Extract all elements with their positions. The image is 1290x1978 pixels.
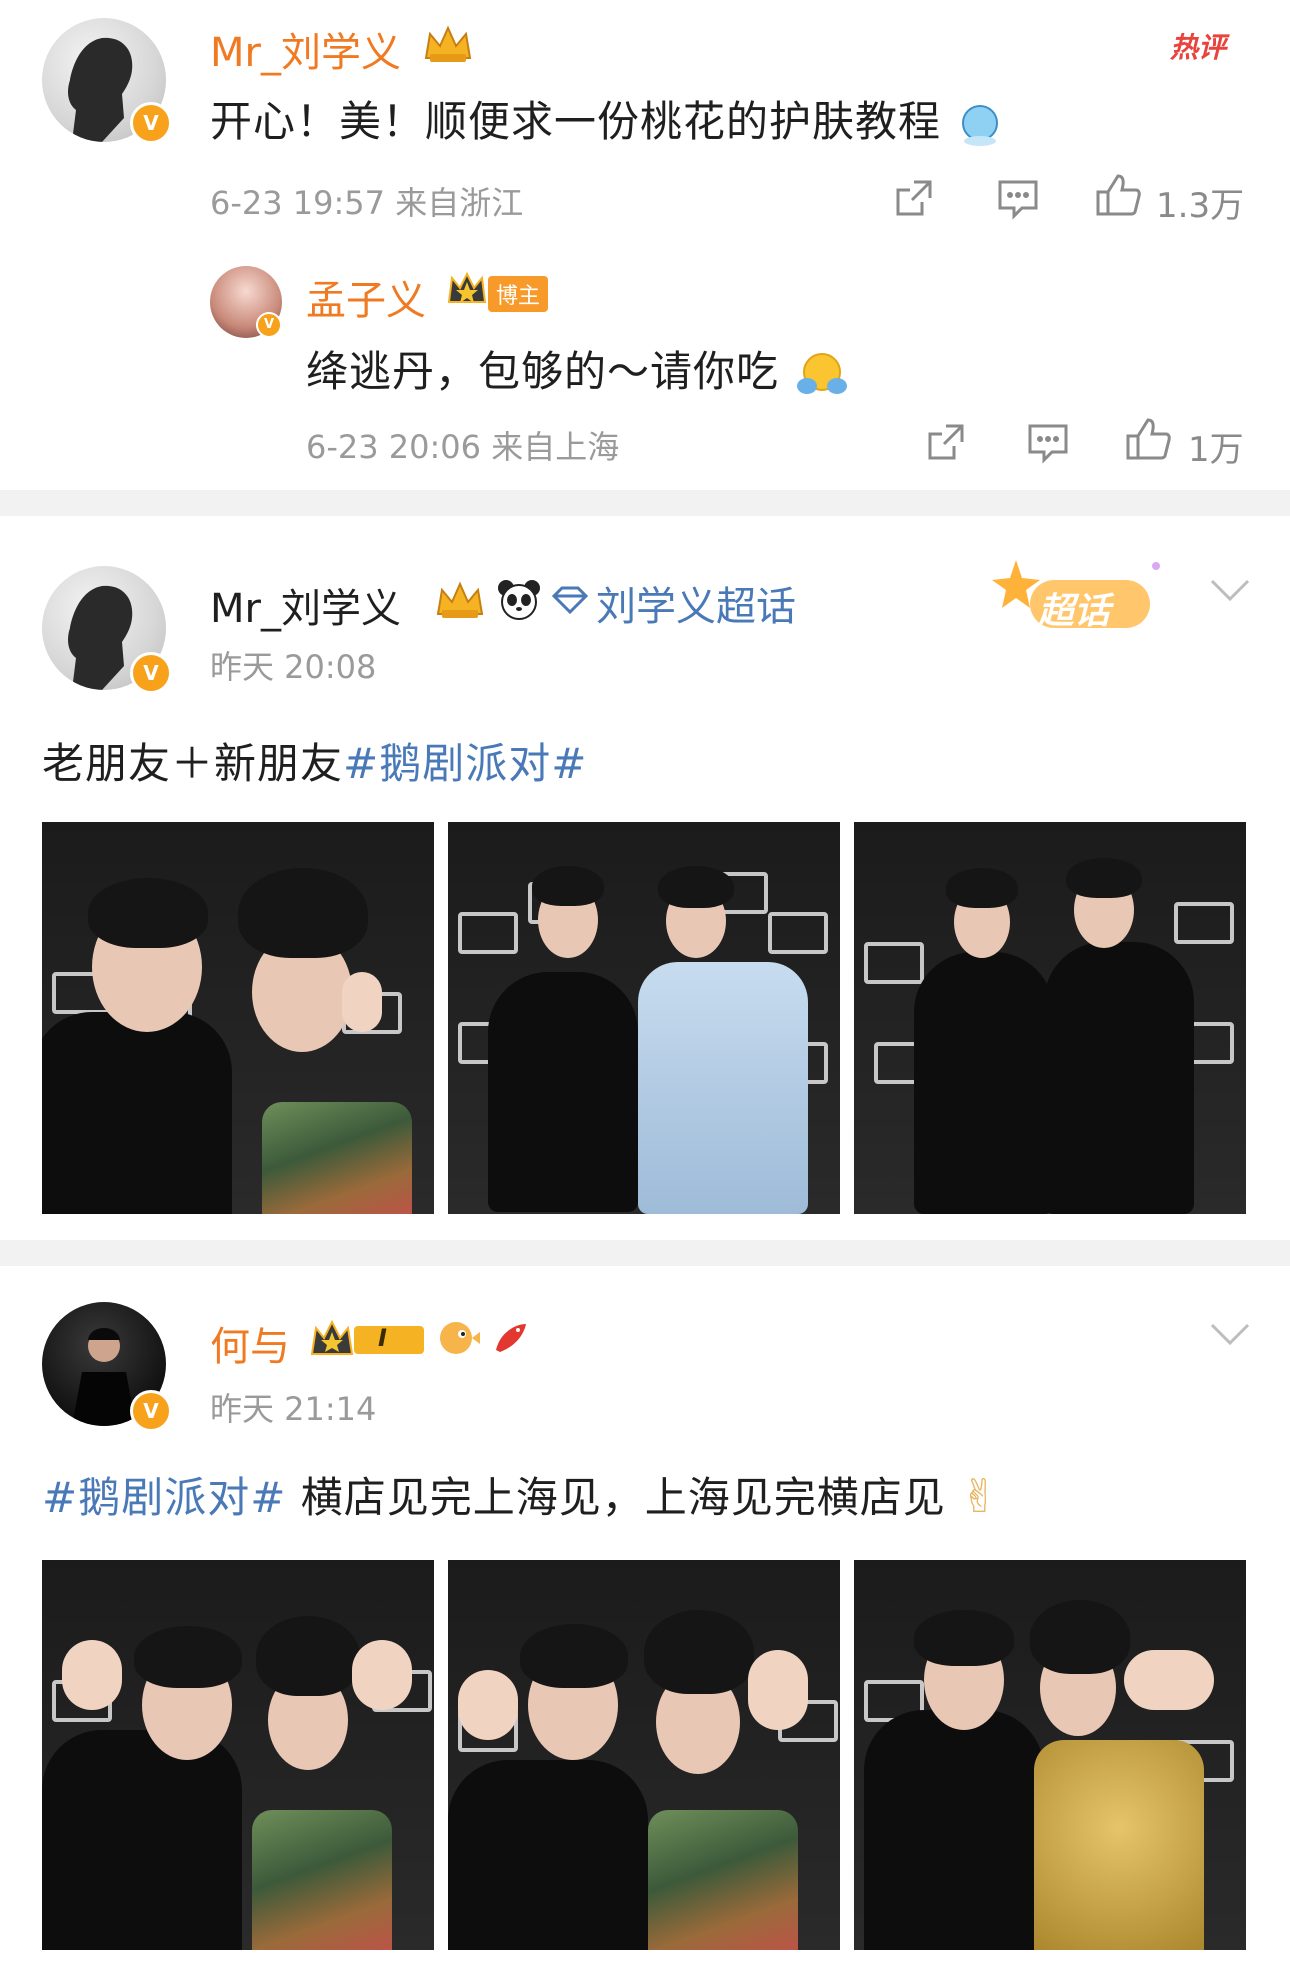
section-divider	[0, 490, 1290, 516]
crown-icon	[422, 24, 474, 68]
author-name[interactable]: 何与	[210, 1314, 290, 1372]
chair	[458, 912, 518, 954]
diamond-icon	[551, 586, 589, 618]
post-time: 昨天 21:14	[210, 1390, 377, 1428]
crown-level-badge: I	[308, 1316, 428, 1364]
like-count: 1万	[1188, 430, 1244, 470]
hair	[644, 1610, 754, 1694]
post-photo[interactable]	[42, 822, 434, 1214]
chair	[864, 942, 924, 984]
chevron-down-icon[interactable]	[1210, 572, 1250, 612]
person	[448, 1760, 648, 1950]
hair	[88, 878, 208, 948]
panda-icon	[496, 578, 542, 624]
section-divider	[0, 1240, 1290, 1266]
post-photo[interactable]	[448, 1560, 840, 1950]
post-text: 老朋友＋新朋友#鹅剧派对#	[42, 730, 587, 791]
author-name[interactable]: Mr_刘学义	[210, 576, 401, 634]
comment-icon[interactable]	[996, 178, 1040, 224]
verified-badge-icon: V	[130, 1390, 172, 1432]
hand	[352, 1640, 412, 1710]
hair	[238, 868, 368, 958]
verified-badge-icon: V	[256, 312, 282, 338]
hair	[134, 1626, 242, 1688]
hand	[748, 1650, 808, 1730]
share-icon[interactable]	[892, 176, 936, 224]
post-text-plain: 老朋友＋新朋友	[42, 739, 344, 788]
hair	[256, 1616, 360, 1696]
hair	[532, 866, 604, 906]
chevron-down-icon[interactable]	[1210, 1316, 1250, 1356]
pufferfish-icon	[436, 1318, 480, 1360]
post-text: #鹅剧派对# 横店见完上海见，上海见完横店见 ✌	[42, 1464, 1000, 1525]
thumbs-up-icon[interactable]	[1124, 416, 1172, 466]
super-topic-link[interactable]: 刘学义超话	[596, 574, 796, 632]
hair	[520, 1624, 628, 1688]
person	[864, 1710, 1044, 1950]
chair	[1174, 902, 1234, 944]
blogger-badge: 博主	[488, 276, 549, 312]
victory-hand-emoji-icon: ✌	[960, 1469, 1000, 1523]
reply-text: 绛逃丹，包够的～请你吃	[306, 338, 851, 400]
comment-meta: 6-23 19:57 来自浙江	[210, 184, 524, 222]
comment-text-body: 开心！美！顺便求一份桃花的护肤教程	[210, 97, 942, 146]
chair	[768, 912, 828, 954]
hair	[1030, 1600, 1130, 1674]
hand	[342, 972, 382, 1032]
koi-fish-icon	[490, 1318, 530, 1362]
person	[42, 1730, 242, 1950]
crown-icon	[446, 268, 488, 312]
dress	[1034, 1740, 1204, 1950]
share-icon[interactable]	[924, 420, 968, 468]
super-topic-badge[interactable]: 超话	[990, 556, 1180, 650]
post-photo[interactable]	[42, 1560, 434, 1950]
hair	[914, 1610, 1014, 1666]
comment-icon[interactable]	[1026, 422, 1070, 468]
astronaut-emoji-icon	[955, 103, 1005, 147]
hair	[1066, 858, 1142, 898]
hand	[1124, 1650, 1214, 1710]
post-photo[interactable]	[854, 1560, 1246, 1950]
crown-icon	[434, 580, 486, 624]
post-photo[interactable]	[854, 822, 1246, 1214]
dress	[638, 962, 808, 1214]
person	[488, 972, 638, 1212]
post-photo[interactable]	[448, 822, 840, 1214]
hand	[458, 1670, 518, 1740]
dress	[262, 1102, 412, 1214]
reply-author-name[interactable]: 孟子义	[306, 268, 426, 326]
post-time: 昨天 20:08	[210, 648, 377, 686]
person	[1044, 942, 1194, 1214]
reply-meta: 6-23 20:06 来自上海	[306, 428, 620, 466]
hot-comment-label: 热评	[1170, 31, 1227, 64]
hand	[62, 1640, 122, 1710]
super-topic-label: 超话	[1038, 591, 1111, 632]
hashtag-link[interactable]: #鹅剧派对#	[42, 1473, 286, 1522]
reply-text-body: 绛逃丹，包够的～请你吃	[306, 347, 780, 396]
author-name[interactable]: Mr_刘学义	[210, 20, 401, 78]
hashtag-link[interactable]: #鹅剧派对#	[343, 739, 587, 788]
hair	[946, 868, 1018, 908]
hug-emoji-icon	[793, 350, 851, 400]
person	[42, 1012, 232, 1214]
thumbs-up-icon[interactable]	[1094, 172, 1142, 222]
verified-badge-icon: V	[130, 102, 172, 144]
verified-badge-icon: V	[130, 652, 172, 694]
post-text-plain: 横店见完上海见，上海见完横店见	[286, 1473, 946, 1522]
dress	[648, 1810, 798, 1950]
comment-text: 开心！美！顺便求一份桃花的护肤教程	[210, 88, 1005, 149]
dress	[252, 1810, 392, 1950]
like-count: 1.3万	[1156, 186, 1245, 226]
person	[914, 952, 1054, 1214]
level-number: I	[378, 1324, 387, 1352]
hair	[658, 866, 734, 908]
